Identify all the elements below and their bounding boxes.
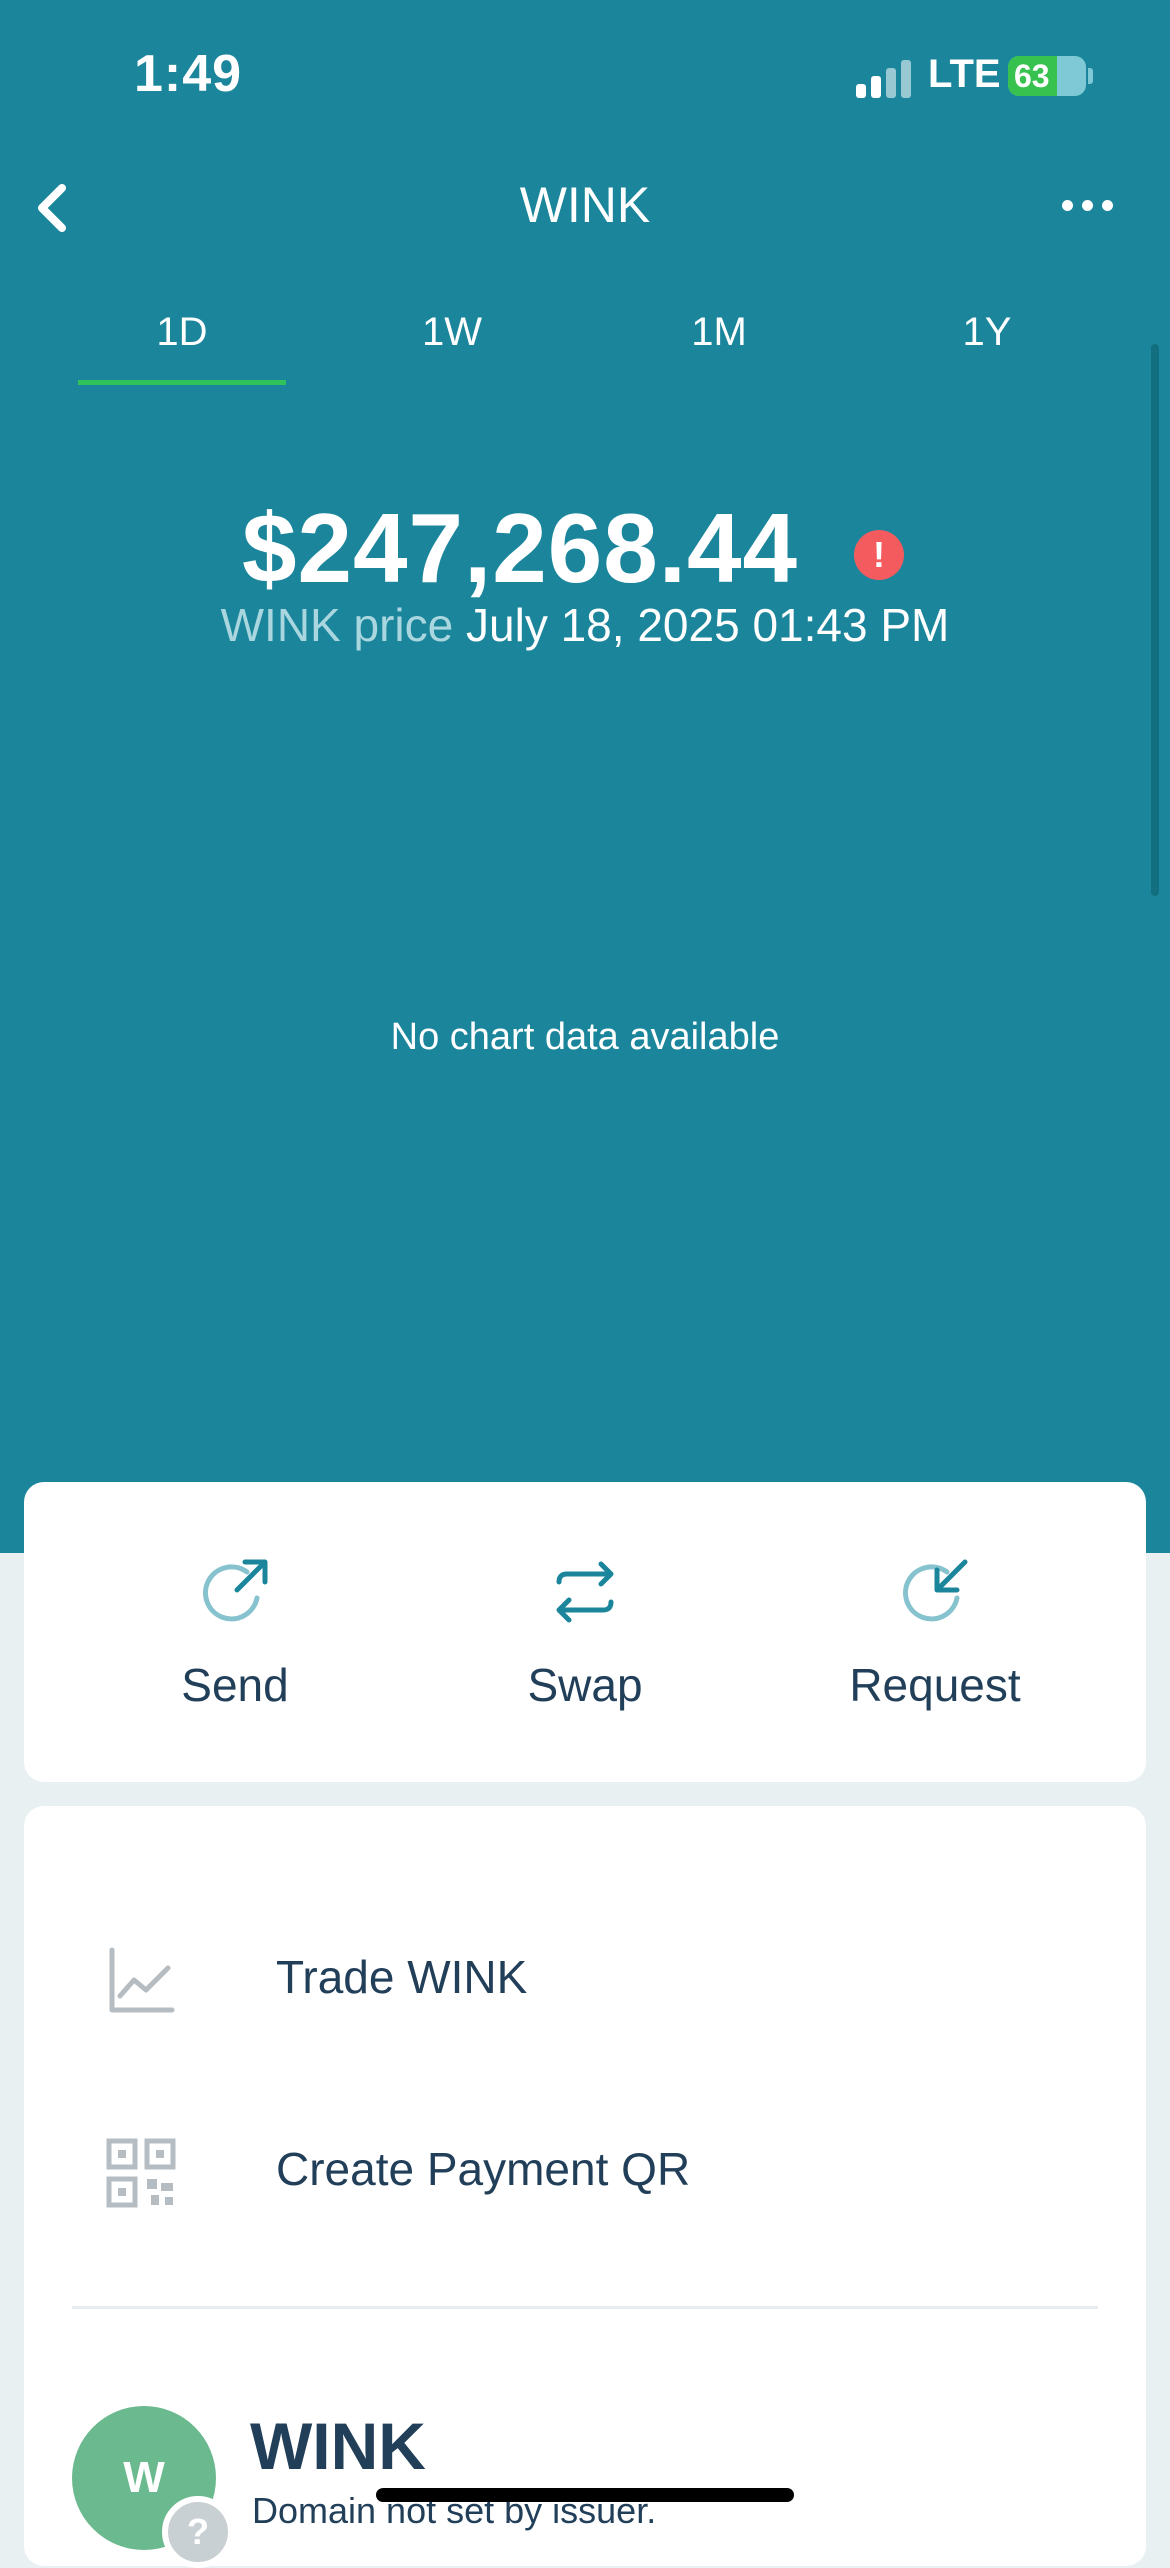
status-time: 1:49 <box>134 45 243 103</box>
options-card: Trade WINK Create Payment QR W ? WINK Do… <box>24 1806 1146 2568</box>
divider <box>72 2306 1098 2309</box>
send-label: Send <box>181 1659 289 1711</box>
swap-label: Swap <box>527 1659 643 1711</box>
tab-1m[interactable]: 1M <box>619 310 819 355</box>
swap-button[interactable]: Swap <box>435 1552 735 1712</box>
status-bar: 1:49 LTE 63 <box>0 0 1170 160</box>
send-icon <box>203 1559 268 1622</box>
price-caption: WINK price July 18, 2025 01:43 PM <box>0 598 1170 652</box>
chart-empty-message: No chart data available <box>390 1016 780 1058</box>
chart-line-icon <box>109 1947 175 2013</box>
network-label: LTE <box>928 52 1001 96</box>
battery-cap <box>1088 68 1093 84</box>
payment-qr-label: Create Payment QR <box>276 2143 691 2195</box>
price-timestamp: July 18, 2025 01:43 PM <box>466 599 950 651</box>
swap-icon <box>556 1561 614 1623</box>
price-value: $247,268.44 <box>242 493 798 603</box>
price-label: WINK price <box>220 599 454 651</box>
home-indicator[interactable] <box>376 2488 794 2502</box>
battery-icon: 63 <box>1008 56 1086 96</box>
request-label: Request <box>849 1659 1021 1711</box>
trade-label: Trade WINK <box>276 1951 528 2003</box>
time-range-tabs: 1D 1W 1M 1Y <box>0 310 1170 390</box>
signal-icon <box>856 58 912 98</box>
qr-code-icon <box>106 2138 176 2208</box>
token-name: WINK <box>250 2409 426 2483</box>
send-button[interactable]: Send <box>85 1552 385 1712</box>
actions-card: Send Swap Request <box>24 1482 1146 1782</box>
warning-icon[interactable]: ! <box>854 530 904 580</box>
tab-1d[interactable]: 1D <box>82 310 282 355</box>
tab-1y[interactable]: 1Y <box>887 310 1087 355</box>
request-button[interactable]: Request <box>785 1552 1085 1712</box>
selected-tab-indicator <box>78 380 286 385</box>
payment-qr-menu-item[interactable]: Create Payment QR <box>84 2120 1084 2220</box>
more-options-button[interactable] <box>1052 180 1122 230</box>
unverified-badge-icon: ? <box>162 2496 234 2568</box>
trade-menu-item[interactable]: Trade WINK <box>84 1928 1084 2028</box>
tab-1w[interactable]: 1W <box>352 310 552 355</box>
battery-level: 63 <box>1014 58 1050 94</box>
request-icon <box>903 1559 968 1622</box>
page-title: WINK <box>519 177 651 233</box>
